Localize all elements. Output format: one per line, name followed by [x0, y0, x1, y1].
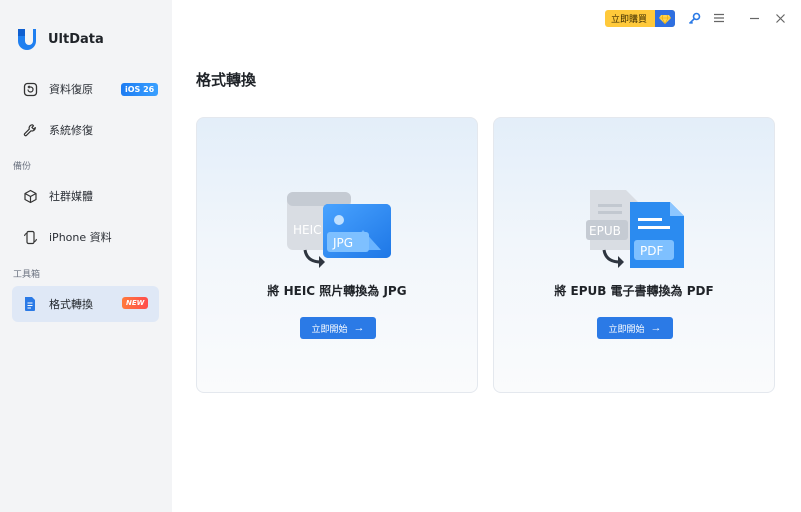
sidebar-item-data-recovery[interactable]: 資料復原 iOS 26 — [12, 71, 159, 107]
sidebar-item-format-convert[interactable]: 格式轉換 NEW — [12, 286, 159, 322]
cube-icon — [22, 188, 38, 204]
main-content: 格式轉換 HEIC JPG 將 HEIC 照片轉換為 JPG 立即開始 → EP… — [172, 0, 801, 512]
minimize-icon[interactable] — [746, 10, 762, 26]
recovery-icon — [22, 81, 38, 97]
section-label-backup: 備份 — [13, 162, 32, 172]
ultdata-logo-icon — [18, 29, 36, 50]
section-label-toolbox: 工具箱 — [13, 270, 41, 280]
buy-now-label: 立即購買 — [611, 15, 648, 25]
start-button[interactable]: 立即開始 → — [597, 317, 673, 339]
epub-label: EPUB — [589, 224, 621, 238]
start-button-label: 立即開始 — [608, 323, 645, 334]
heic-to-jpg-illustration: HEIC JPG — [287, 192, 391, 268]
app-logo: UltData — [16, 27, 104, 51]
key-icon[interactable] — [686, 10, 702, 26]
sidebar-item-label: 資料復原 — [49, 83, 93, 96]
arrow-right-icon: → — [650, 322, 662, 334]
buy-now-button[interactable]: 立即購買 — [605, 10, 675, 27]
sidebar-item-iphone-data[interactable]: iPhone 資料 — [12, 219, 159, 255]
new-badge: NEW — [122, 297, 149, 309]
diamond-icon — [655, 10, 675, 27]
sidebar-item-label: 社群媒體 — [49, 190, 93, 203]
phone-sync-icon — [22, 229, 38, 245]
card-title: 將 HEIC 照片轉換為 JPG — [267, 284, 407, 298]
epub-to-pdf-illustration: EPUB PDF — [586, 190, 684, 268]
sidebar-item-label: iPhone 資料 — [49, 231, 112, 244]
app-name: UltData — [48, 31, 104, 47]
wrench-icon — [22, 122, 38, 138]
sidebar-item-label: 系統修復 — [49, 124, 93, 137]
heic-label: HEIC — [293, 223, 322, 237]
sidebar: UltData 資料復原 iOS 26 系統修復 備份 社群媒體 iPhone … — [0, 0, 172, 512]
pdf-label: PDF — [640, 244, 663, 258]
sidebar-item-system-repair[interactable]: 系統修復 — [12, 112, 159, 148]
epub-to-pdf-card[interactable]: EPUB PDF 將 EPUB 電子書轉換為 PDF 立即開始 → — [493, 117, 775, 393]
arrow-right-icon: → — [353, 322, 365, 334]
convert-file-icon — [22, 296, 38, 312]
menu-icon[interactable] — [711, 10, 727, 26]
heic-to-jpg-card[interactable]: HEIC JPG 將 HEIC 照片轉換為 JPG 立即開始 → — [196, 117, 478, 393]
start-button[interactable]: 立即開始 → — [300, 317, 376, 339]
page-title: 格式轉換 — [196, 71, 257, 89]
start-button-label: 立即開始 — [311, 323, 348, 334]
jpg-label: JPG — [332, 236, 353, 250]
close-icon[interactable] — [772, 10, 788, 26]
sidebar-item-label: 格式轉換 — [49, 298, 93, 311]
sidebar-item-social-media[interactable]: 社群媒體 — [12, 178, 159, 214]
ios-version-badge: iOS 26 — [121, 83, 159, 96]
card-title: 將 EPUB 電子書轉換為 PDF — [554, 284, 714, 298]
